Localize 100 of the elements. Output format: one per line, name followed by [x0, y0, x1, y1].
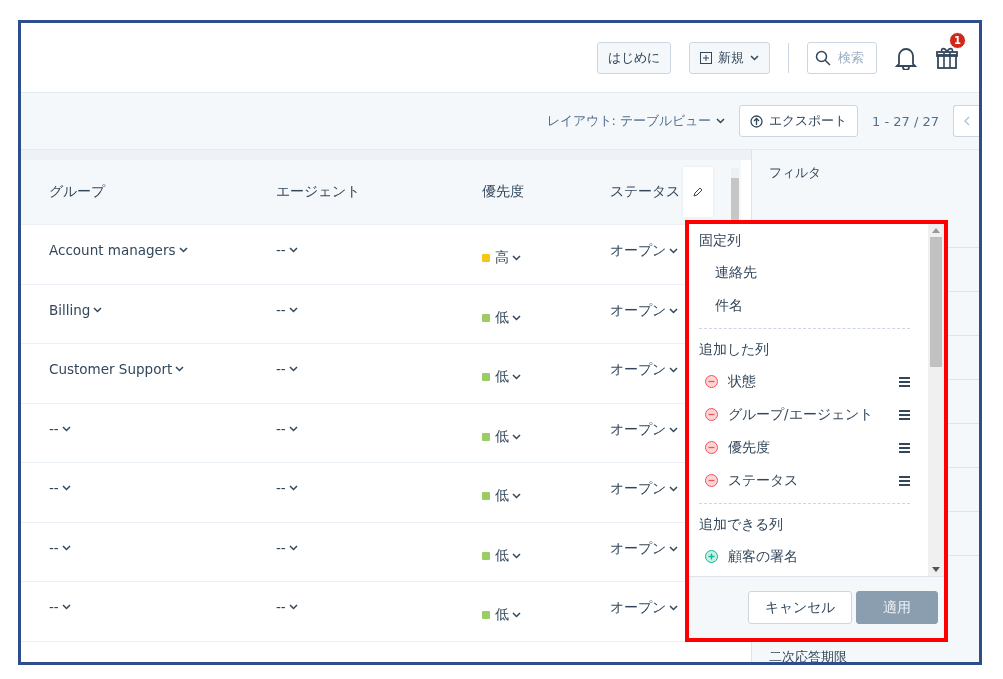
priority-dropdown[interactable]: 低 [482, 368, 521, 386]
caret-icon [716, 118, 726, 124]
export-button[interactable]: エクスポート [739, 105, 859, 137]
agent-dropdown[interactable]: -- [276, 361, 298, 377]
caret-icon [61, 425, 71, 432]
caret-icon [512, 255, 521, 261]
remove-circle-icon [705, 441, 718, 454]
caret-icon [175, 366, 185, 372]
priority-dropdown[interactable]: 低 [482, 606, 521, 624]
section-title: 固定列 [699, 231, 742, 250]
caret-icon [178, 247, 188, 253]
caret-icon [288, 366, 298, 372]
caret-icon [61, 485, 71, 491]
remove-circle-icon [705, 408, 718, 421]
drag-handle-icon [899, 442, 910, 453]
drag-handle-icon [899, 376, 910, 387]
remove-circle-icon [705, 474, 718, 487]
pagination-count: 1 - 27 / 27 [872, 113, 939, 129]
caret-icon [93, 306, 103, 313]
caret-icon [512, 314, 521, 321]
group-dropdown[interactable]: -- [49, 599, 71, 615]
column-name: 状態 [728, 372, 757, 391]
caret-icon [669, 545, 678, 552]
column-name: 顧客の署名 [728, 547, 799, 566]
plus-square-icon [700, 51, 712, 64]
column-name: 連絡先 [715, 263, 758, 282]
caret-icon [669, 248, 678, 254]
caret-icon [669, 367, 678, 373]
caret-icon [669, 605, 678, 611]
priority-dropdown[interactable]: 低 [482, 546, 521, 565]
agent-dropdown[interactable]: -- [276, 539, 298, 556]
caret-icon [669, 426, 678, 433]
priority-dropdown[interactable]: 低 [482, 427, 521, 446]
search-icon [815, 49, 831, 66]
new-button[interactable]: 新規 [689, 41, 770, 74]
chevron-left-icon [963, 116, 970, 126]
caret-icon [512, 433, 521, 440]
group-dropdown[interactable]: Billing [49, 301, 103, 318]
scrollbar-thumb[interactable] [930, 237, 942, 367]
section-title: 追加できる列 [699, 515, 784, 534]
getting-started-button[interactable]: はじめに [597, 41, 671, 74]
column-name: 優先度 [728, 438, 771, 457]
status-dropdown[interactable]: オープン [610, 242, 678, 260]
column-header[interactable]: ステータス [582, 183, 682, 201]
status-dropdown[interactable]: オープン [610, 301, 678, 320]
column-header[interactable]: エージェント [248, 183, 454, 201]
priority-dropdown[interactable]: 高 [482, 249, 521, 267]
caret-icon [512, 552, 521, 559]
status-dropdown[interactable]: オープン [610, 420, 678, 439]
cancel-button[interactable]: キャンセル [748, 591, 852, 624]
agent-dropdown[interactable]: -- [276, 301, 298, 318]
caret-icon [288, 306, 298, 313]
pencil-icon [693, 187, 703, 197]
caret-icon [288, 425, 298, 432]
agent-dropdown[interactable]: -- [276, 599, 298, 615]
caret-icon [669, 307, 678, 314]
agent-dropdown[interactable]: -- [276, 242, 298, 258]
caret-icon [288, 544, 298, 551]
gift-icon[interactable] [935, 45, 959, 70]
priority-dropdown[interactable]: 低 [482, 487, 521, 505]
column-name: グループ/エージェント [728, 405, 874, 424]
column-name: 件名 [715, 296, 744, 315]
notification-badge: 1 [949, 31, 966, 49]
group-dropdown[interactable]: Customer Support [49, 361, 185, 377]
status-dropdown[interactable]: オープン [610, 361, 678, 379]
column-name: ステータス [728, 471, 799, 490]
group-dropdown[interactable]: -- [49, 480, 71, 496]
caret-icon [288, 485, 298, 491]
column-header[interactable]: グループ [21, 183, 248, 201]
status-dropdown[interactable]: オープン [610, 480, 678, 498]
remove-circle-icon [705, 375, 718, 388]
caret-icon [669, 486, 678, 492]
caret-icon [61, 604, 71, 610]
caret-icon [288, 247, 298, 253]
scroll-down-icon [932, 567, 940, 572]
status-dropdown[interactable]: オープン [610, 599, 678, 617]
status-dropdown[interactable]: オープン [610, 539, 678, 558]
caret-icon [512, 374, 521, 380]
group-dropdown[interactable]: -- [49, 539, 71, 556]
caret-icon [512, 612, 521, 618]
bell-icon[interactable] [895, 45, 917, 70]
caret-icon [750, 54, 759, 61]
upload-icon [750, 114, 764, 128]
group-dropdown[interactable]: -- [49, 420, 71, 437]
caret-icon [288, 604, 298, 610]
caret-icon [61, 544, 71, 551]
agent-dropdown[interactable]: -- [276, 480, 298, 496]
agent-dropdown[interactable]: -- [276, 420, 298, 437]
priority-dropdown[interactable]: 低 [482, 308, 521, 327]
drag-handle-icon [899, 409, 910, 420]
layout-dropdown[interactable]: レイアウト: テーブルビュー [546, 112, 726, 130]
section-title: 追加した列 [699, 340, 770, 359]
add-circle-icon [705, 550, 718, 563]
caret-icon [512, 493, 521, 499]
column-header[interactable]: 優先度 [454, 183, 582, 201]
search-field[interactable]: 検索 [807, 41, 877, 74]
filter-title: フィルタ [769, 164, 822, 182]
group-dropdown[interactable]: Account managers [49, 242, 188, 258]
drag-handle-icon [899, 475, 910, 486]
scroll-up-icon [932, 228, 940, 233]
